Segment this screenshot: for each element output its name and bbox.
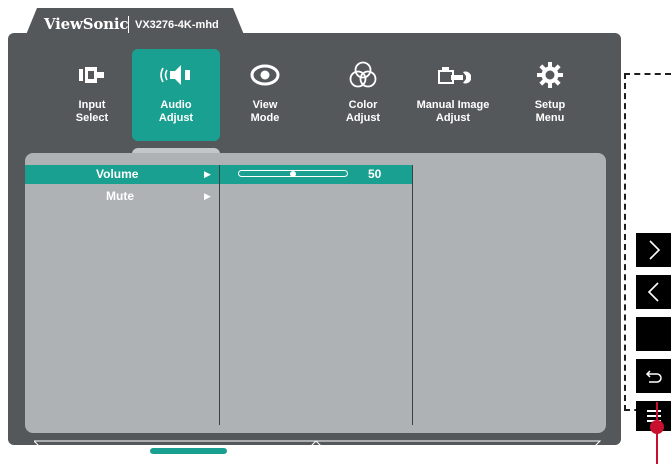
menu-view-mode[interactable]: View Mode [221,49,309,141]
pointer-dot [650,420,664,434]
menu-input-select[interactable]: Input Select [48,49,136,141]
battery-level [86,449,94,453]
menu-setup-menu[interactable]: Setup Menu [506,49,594,141]
resolution-readout: 3840X2160@60HZ [422,446,516,458]
return-icon [645,370,662,383]
submenu-item-label: Mute [106,189,134,203]
input-select-icon [48,59,136,91]
status-separator [401,446,402,456]
volume-value: 50 [368,167,382,181]
submenu-item-label: Volume [96,167,139,181]
brand-logo: ViewSonic [44,15,129,33]
menu-label-line2: Adjust [158,112,194,124]
submenu-item-mute[interactable]: Mute ▶ [25,186,219,205]
menu-manual-image-adjust[interactable]: Manual Image Adjust [409,49,497,141]
column-divider [412,165,413,425]
menu-label-line2: Select [75,112,109,124]
previous-button[interactable] [636,275,671,309]
menu-label-line1: Color [348,99,378,111]
menu-label-line1: Setup [534,99,566,111]
brightness-value: 75% [263,446,282,456]
next-button[interactable] [636,233,671,267]
menu-label-line2: Menu [535,112,565,124]
submenu-item-volume[interactable]: Volume ▶ [25,165,219,184]
menu-label-line1: Input [78,99,106,111]
eye-icon [221,59,309,91]
speaker-icon [132,59,220,91]
volume-slider-knob[interactable] [290,171,296,177]
blank-button[interactable] [636,317,671,351]
brand-separator [128,16,129,33]
status-bar [34,440,602,462]
menu-audio-adjust[interactable]: Audio Adjust [132,49,220,141]
chevron-right-icon [648,240,660,260]
menu-label-line1: View [252,99,278,111]
back-button[interactable] [636,359,671,393]
menu-label-line2: Adjust [435,112,471,124]
status-separator [133,446,134,456]
contrast-icon [357,446,373,456]
model-name: VX3276-4K-mhd [135,19,219,31]
arrow-right-icon: ▶ [204,191,211,201]
arrow-right-icon: ▶ [204,169,211,179]
color-circles-icon [319,59,407,91]
menu-label-line1: Audio [160,99,192,111]
menu-color-adjust[interactable]: Color Adjust [319,49,407,141]
brightness-bar-fill [150,448,227,454]
wrench-icon [409,59,497,91]
column-divider [219,165,220,425]
menu-label-line2: Mode [250,112,280,124]
chevron-left-icon [647,282,659,302]
menu-label-line2: Adjust [345,112,381,124]
battery-tip [99,449,101,453]
menu-label-line1: Manual Image [416,99,490,111]
gear-icon [506,59,594,91]
